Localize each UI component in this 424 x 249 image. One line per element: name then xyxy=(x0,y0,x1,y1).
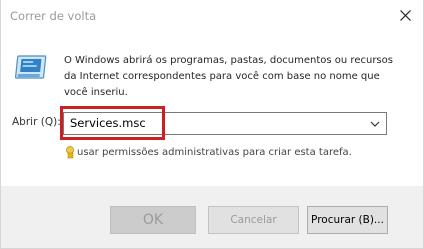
title-bar: Correr de volta xyxy=(1,0,423,32)
window-title: Correr de volta xyxy=(10,9,97,23)
open-input[interactable]: Services.msc xyxy=(70,116,146,130)
open-combobox[interactable]: Services.msc xyxy=(63,112,387,135)
admin-permission-note: usar permissões administrativas para cri… xyxy=(77,147,352,158)
chevron-down-icon xyxy=(370,121,380,127)
ok-button[interactable]: OK xyxy=(110,206,196,234)
cancel-button[interactable]: Cancelar xyxy=(208,206,299,234)
close-button[interactable] xyxy=(392,2,420,30)
description-text: O Windows abrirá os programas, pastas, d… xyxy=(64,55,393,98)
run-dialog-icon xyxy=(14,54,49,82)
dropdown-button[interactable] xyxy=(366,113,384,134)
close-icon xyxy=(400,10,411,21)
admin-shield-icon xyxy=(65,138,77,160)
open-field-label: Abrir (Q): xyxy=(12,116,61,128)
browse-button[interactable]: Procurar (B)... xyxy=(307,206,388,234)
run-dialog: Correr de volta O Windows abrirá os prog… xyxy=(0,0,424,249)
